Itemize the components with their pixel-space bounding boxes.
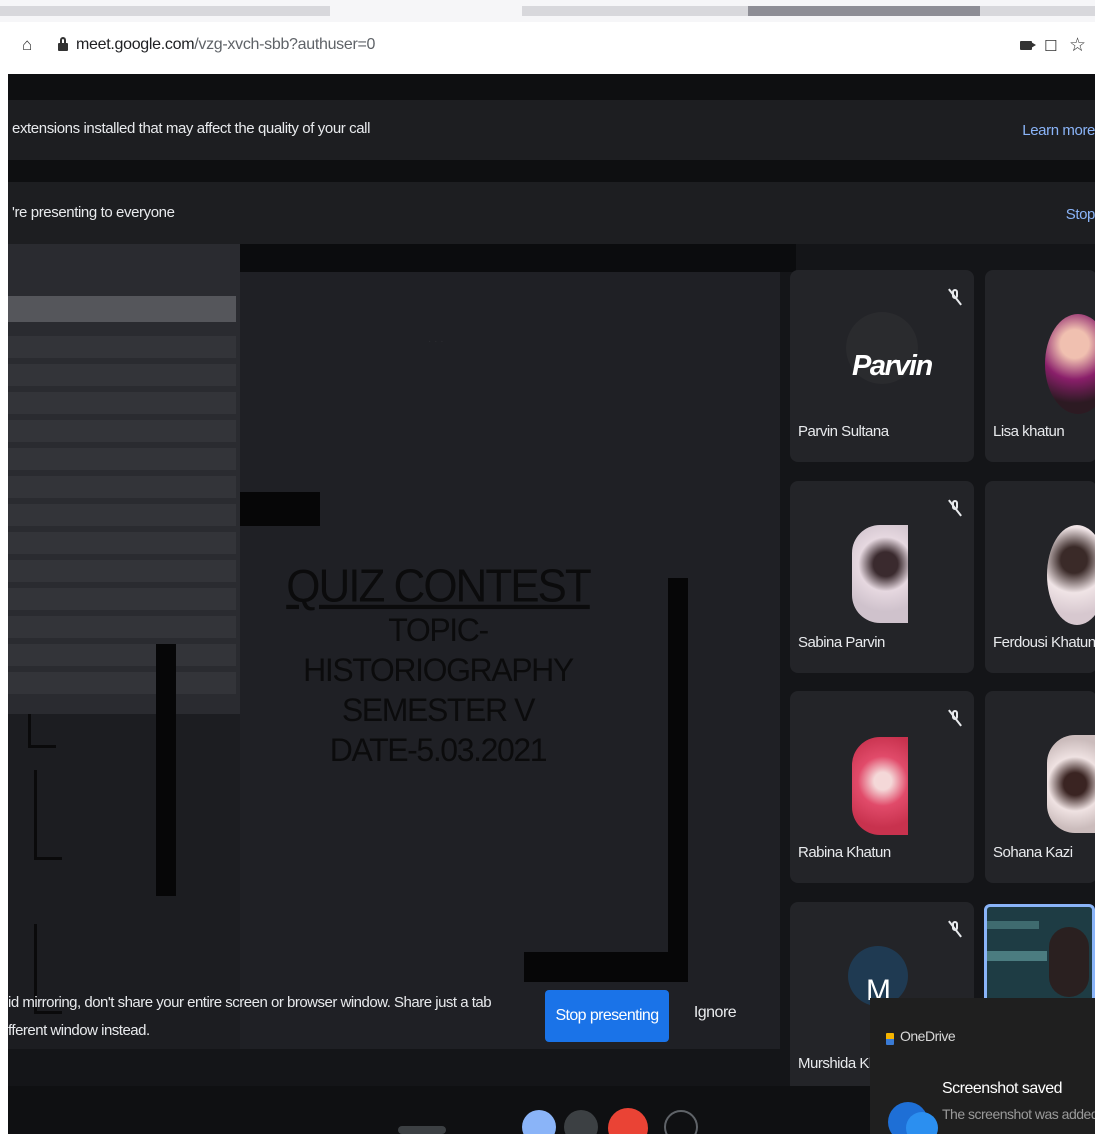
participant-tile[interactable]: Parvin Parvin Sultana — [790, 270, 974, 462]
avatar-initials: Parvin — [852, 350, 933, 382]
shared-screen-sidebar — [8, 244, 240, 714]
shared-screen-block — [524, 952, 688, 982]
tab-strip-segment — [980, 6, 1095, 16]
video-detail — [987, 921, 1039, 929]
toast-body: The screenshot was added t — [942, 1106, 1095, 1122]
participant-name: Sohana Kazi — [993, 844, 1073, 861]
avatar — [1045, 314, 1095, 414]
lock-icon[interactable] — [58, 37, 68, 51]
url-host: meet.google.com — [76, 36, 195, 53]
participant-tile[interactable]: Rabina Khatun — [790, 691, 974, 883]
url-path: /vzg-xvch-sbb?authuser=0 — [194, 36, 376, 53]
sidebar-row — [8, 448, 236, 470]
toolbar-button[interactable] — [398, 1126, 446, 1134]
extension-banner-text: extensions installed that may affect the… — [12, 120, 371, 137]
slide-date: DATE-5.03.2021 — [329, 732, 548, 768]
sidebar-row — [8, 532, 236, 554]
avatar — [1047, 525, 1095, 625]
sidebar-row — [8, 420, 236, 442]
home-icon[interactable]: ⌂ — [22, 36, 38, 54]
tab-strip-segment — [748, 6, 980, 16]
shared-screen-block — [668, 578, 688, 978]
stop-presenting-button[interactable]: Stop presenting — [545, 990, 669, 1042]
video-detail — [1049, 927, 1089, 997]
mirroring-warning-line: fferent window instead. — [8, 1022, 150, 1039]
camera-icon[interactable] — [1020, 41, 1036, 50]
url-text[interactable]: meet.google.com/vzg-xvch-sbb?authuser=0 — [76, 36, 375, 54]
cloud-icon — [882, 1092, 938, 1134]
sidebar-row — [8, 588, 236, 610]
avatar — [852, 525, 908, 623]
participant-tile[interactable]: Sabina Parvin — [790, 481, 974, 673]
extension-banner: extensions installed that may affect the… — [8, 100, 1095, 160]
ignore-button[interactable]: Ignore — [685, 1004, 745, 1030]
shared-screen-top-bar — [240, 244, 796, 272]
stop-link[interactable]: Stop — [1066, 206, 1095, 223]
shared-screen-block — [156, 644, 176, 896]
tab-strip-segment — [522, 6, 748, 16]
window-frame-bracket — [28, 714, 56, 748]
shared-screen-block — [240, 492, 320, 526]
sidebar-row — [8, 392, 236, 414]
sidebar-row — [8, 364, 236, 386]
participant-name: Rabina Khatun — [798, 844, 891, 861]
participant-name: Sabina Parvin — [798, 634, 885, 651]
video-detail — [987, 951, 1047, 961]
participant-name: Ferdousi Khatun — [993, 634, 1095, 651]
participant-tile[interactable]: Ferdousi Khatun — [985, 481, 1095, 673]
toast-title: Screenshot saved — [942, 1080, 1063, 1097]
sidebar-highlight — [8, 296, 236, 322]
slide-content: QUIZ CONTEST TOPIC- HISTORIOGRAPHY SEMES… — [263, 560, 613, 770]
sidebar-row — [8, 336, 236, 358]
mic-off-icon — [948, 920, 962, 938]
presenting-banner: 're presenting to everyone Stop — [8, 182, 1095, 244]
sidebar-row — [8, 476, 236, 498]
learn-more-link[interactable]: Learn more — [1022, 122, 1095, 139]
participant-name: Parvin Sultana — [798, 423, 889, 440]
avatar — [852, 737, 908, 835]
sidebar-row — [8, 560, 236, 582]
participant-name: Lisa khatun — [993, 423, 1065, 440]
slide-semester: SEMESTER V — [341, 692, 536, 728]
sidebar-row — [8, 644, 236, 666]
participant-tile[interactable]: Lisa khatun — [985, 270, 1095, 462]
banner-spacer — [8, 74, 1095, 100]
sidebar-row — [8, 672, 236, 694]
banner-divider — [8, 160, 1095, 182]
mirroring-warning: id mirroring, don't share your entire sc… — [8, 989, 492, 1045]
onedrive-icon — [886, 1033, 894, 1045]
browser-top-strip — [0, 0, 1095, 22]
meet-page: extensions installed that may affect the… — [8, 74, 1095, 1134]
slide-title: QUIZ CONTEST — [286, 560, 592, 613]
participant-tile[interactable]: Sohana Kazi — [985, 691, 1095, 883]
mirroring-warning-line: id mirroring, don't share your entire sc… — [8, 994, 492, 1011]
window-frame-bracket — [34, 770, 62, 860]
onedrive-toast[interactable]: OneDrive Screenshot saved The screenshot… — [870, 998, 1095, 1134]
star-icon[interactable]: ☆ — [1069, 34, 1086, 57]
toast-app-name: OneDrive — [900, 1028, 956, 1044]
mic-off-icon — [948, 499, 962, 517]
tab-strip-segment — [0, 6, 330, 16]
sidebar-row — [8, 616, 236, 638]
address-bar[interactable]: ⌂ meet.google.com/vzg-xvch-sbb?authuser=… — [0, 22, 1095, 74]
mic-off-icon — [948, 288, 962, 306]
avatar — [1047, 735, 1095, 833]
sidebar-row — [8, 504, 236, 526]
share-icon[interactable]: ☐ — [1044, 37, 1057, 55]
slide-page-marker: · · · — [428, 336, 444, 347]
slide-topic: TOPIC- HISTORIOGRAPHY — [303, 612, 574, 688]
presenting-banner-text: 're presenting to everyone — [12, 204, 175, 221]
mic-off-icon — [948, 709, 962, 727]
